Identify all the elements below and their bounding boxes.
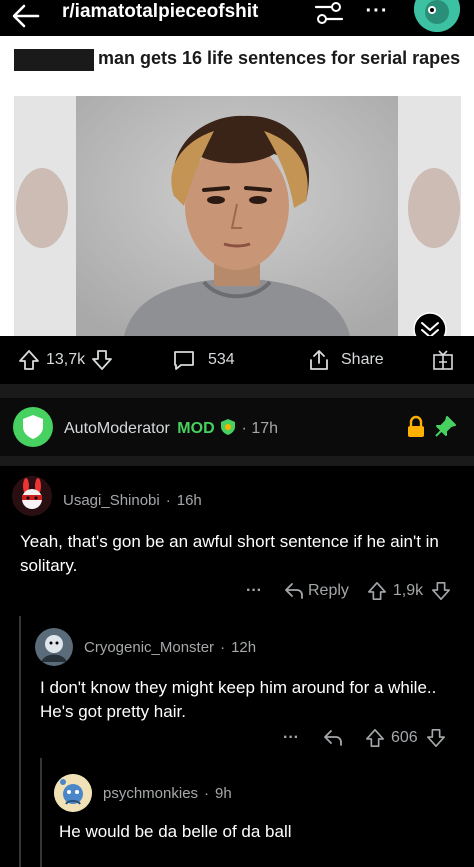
post-action-bar: 13,7k 534 Share	[0, 336, 474, 384]
separator	[0, 456, 474, 466]
back-arrow-icon[interactable]	[10, 2, 42, 30]
comment-body: I don't know they might keep him around …	[40, 678, 437, 721]
comment-actions: ··· 606	[283, 728, 446, 748]
post-card[interactable]: man gets 16 life sentences for serial ra…	[0, 36, 474, 384]
comment-username[interactable]: Cryogenic_Monster	[84, 639, 214, 656]
post-image-mugshot[interactable]	[14, 96, 461, 336]
award-gift-icon	[433, 350, 453, 370]
downvote-icon[interactable]	[431, 581, 451, 601]
award-button[interactable]	[431, 348, 455, 372]
shield-icon	[23, 415, 43, 439]
comment-more-icon[interactable]: ···	[246, 582, 262, 600]
mod-shield-icon	[221, 419, 236, 435]
comment-avatar[interactable]	[35, 628, 73, 666]
comments-button[interactable]: 534	[172, 348, 235, 372]
comment-time: 16h	[176, 492, 202, 509]
pin-icon	[435, 416, 456, 437]
lock-icon	[408, 415, 424, 437]
subreddit-title[interactable]: r/iamatotalpieceofshit	[62, 1, 258, 23]
more-options-icon[interactable]: ···	[360, 0, 394, 28]
comment-2[interactable]: Cryogenic_Monster · 12h I don't know the…	[0, 608, 474, 756]
mod-badge: MOD	[177, 420, 215, 437]
post-vote-group: 13,7k	[18, 348, 113, 372]
comment-actions: ··· Reply 1,9k	[246, 581, 451, 601]
thread-line[interactable]	[19, 616, 21, 756]
thread-line[interactable]	[19, 756, 21, 867]
comment-meta: psychmonkies · 9h	[103, 785, 232, 802]
comment-avatar[interactable]	[12, 476, 52, 516]
comment-count: 534	[208, 351, 235, 368]
upvote-icon[interactable]	[367, 581, 387, 601]
thread-line[interactable]	[40, 758, 42, 867]
downvote-icon[interactable]	[91, 349, 113, 371]
automod-time: 17h	[251, 420, 279, 437]
comment-avatar[interactable]	[54, 774, 92, 812]
comment-username[interactable]: Usagi_Shinobi	[63, 492, 160, 509]
post-vote-count: 13,7k	[46, 351, 86, 368]
comment-1[interactable]: Usagi_Shinobi · 16h Yeah, that's gon be …	[0, 466, 474, 608]
comment-more-icon[interactable]: ···	[283, 729, 299, 747]
upvote-icon[interactable]	[365, 728, 385, 748]
automod-meta: AutoModerator MOD · 17h	[64, 419, 279, 437]
comment-username[interactable]: psychmonkies	[103, 785, 198, 802]
comment-bubble-icon	[174, 351, 194, 370]
comment-body: He would be da belle of da ball	[59, 822, 292, 841]
upvote-icon[interactable]	[18, 349, 40, 371]
post-title[interactable]: man gets 16 life sentences for serial ra…	[14, 47, 464, 70]
automoderator-comment[interactable]: AutoModerator MOD · 17h	[0, 398, 474, 456]
reply-icon[interactable]	[323, 729, 343, 747]
separator	[0, 384, 474, 398]
user-avatar[interactable]	[414, 0, 460, 32]
comment-meta: Cryogenic_Monster · 12h	[84, 639, 257, 656]
top-bar: r/iamatotalpieceofshit ···	[0, 0, 474, 36]
downvote-icon[interactable]	[426, 728, 446, 748]
share-label: Share	[341, 351, 384, 368]
comment-time: 9h	[215, 785, 232, 802]
comment-vote-count: 606	[390, 729, 418, 746]
reply-button[interactable]: Reply	[308, 582, 349, 600]
reply-icon[interactable]	[284, 582, 304, 600]
share-button[interactable]: Share	[307, 348, 384, 372]
automod-username[interactable]: AutoModerator	[64, 420, 170, 437]
automod-avatar	[13, 407, 53, 447]
comment-body: Yeah, that's gon be an awful short sente…	[20, 532, 439, 575]
share-icon	[310, 350, 328, 370]
comment-meta: Usagi_Shinobi · 16h	[63, 492, 202, 509]
comment-time: 12h	[231, 639, 257, 656]
sort-filter-icon[interactable]	[312, 0, 346, 30]
comment-3[interactable]: psychmonkies · 9h He would be da belle o…	[0, 756, 474, 867]
comment-vote-count: 1,9k	[392, 582, 424, 599]
